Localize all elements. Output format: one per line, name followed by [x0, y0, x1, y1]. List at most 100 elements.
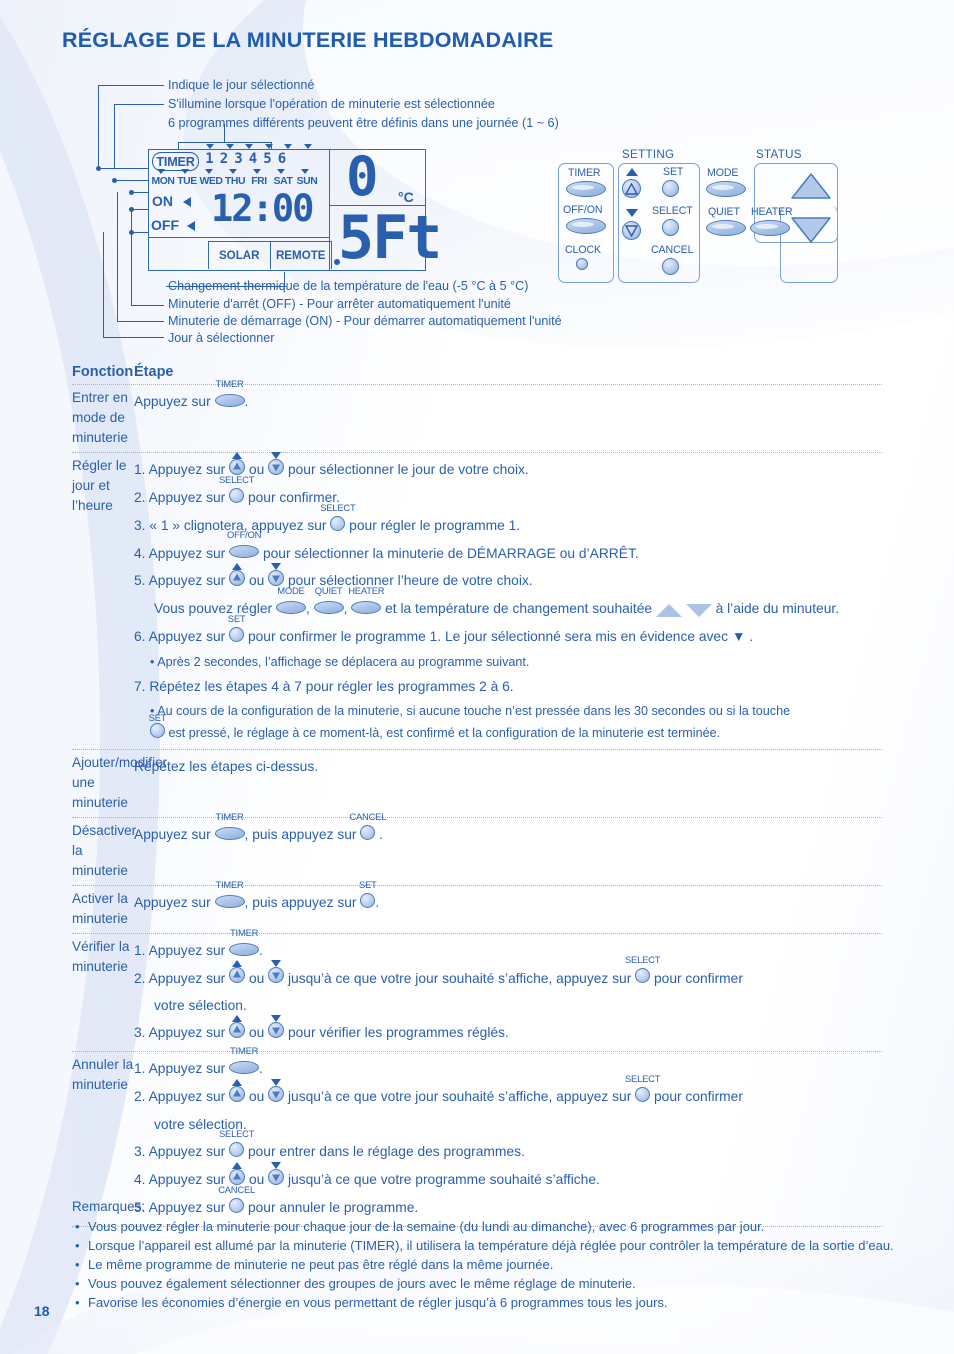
quiet-button-label: QUIET — [708, 206, 740, 218]
button-body — [275, 601, 306, 615]
up-arrow-button-icon[interactable] — [229, 1078, 246, 1111]
button-body — [229, 1161, 246, 1185]
step-text: . — [244, 394, 249, 409]
set-button-icon[interactable]: SET — [359, 879, 377, 917]
set-button-label: SET — [663, 166, 684, 178]
quiet-button-icon[interactable]: QUIET — [313, 586, 344, 623]
row-steps: Répétez les étapes ci-dessus. — [134, 753, 954, 813]
timer-button-icon[interactable]: TIMER — [214, 879, 245, 917]
down-arrow-button[interactable] — [622, 221, 641, 240]
step-text: , puis appuyez sur — [244, 826, 361, 842]
button-caption: CANCEL — [218, 1183, 256, 1195]
status-down-button[interactable] — [790, 216, 832, 244]
status-up-button[interactable] — [790, 172, 832, 200]
down-arrow-button-icon[interactable] — [268, 1161, 285, 1194]
table-row: Désactiver la minuterie Appuyez sur TIMER… — [0, 811, 954, 885]
button-body — [229, 545, 260, 559]
step-text: jusqu’à ce que votre jour souhaité s’aff… — [284, 970, 636, 986]
triangle-up-icon — [233, 1025, 242, 1033]
triangle-down-icon — [272, 1091, 281, 1099]
button-body — [229, 942, 260, 956]
lcd-remote: REMOTE — [269, 242, 332, 269]
quiet-button[interactable] — [706, 220, 746, 236]
callout-day-indicator: Indique le jour sélectionné — [168, 78, 315, 92]
step-text: pour confirmer — [650, 970, 743, 986]
lcd-days: MON TUE WED THU FRI SAT SUN — [151, 176, 319, 187]
button-body — [635, 968, 651, 984]
heater-button[interactable] — [750, 220, 790, 236]
lcd-clock: 12:00 — [211, 187, 314, 230]
step-line: • Après 2 secondes, l’affichage se dépla… — [134, 651, 920, 673]
up-arrow-button[interactable] — [622, 179, 641, 198]
select-button-icon[interactable]: SELECT — [625, 955, 660, 992]
cancel-button[interactable] — [662, 258, 679, 275]
step-text: 1. Appuyez sur — [134, 462, 230, 477]
step-line: Appuyez sur TIMER. — [134, 378, 920, 416]
step-text: pour confirmer — [650, 1089, 743, 1105]
lcd-on-label: ON — [152, 193, 173, 209]
down-arrow-button-icon[interactable] — [268, 451, 285, 484]
remark-item: Lorsque l’appareil est allumé par la min… — [72, 1237, 932, 1256]
down-arrow-button-icon[interactable] — [268, 1015, 285, 1047]
triangle-down-icon — [272, 972, 281, 980]
step-text: est pressé, le réglage à ce moment-là, e… — [165, 726, 721, 741]
program-number: 5 — [263, 151, 272, 167]
select-button-icon[interactable]: SELECT — [320, 502, 356, 540]
step-text: et la température de changement souhaité… — [381, 601, 656, 617]
timer-button-icon[interactable]: TIMER — [214, 378, 245, 416]
mode-button[interactable] — [706, 181, 746, 197]
leader-line — [131, 209, 132, 305]
up-arrow-button-icon[interactable] — [229, 960, 246, 992]
program-ticks-top — [206, 144, 312, 149]
off-on-button[interactable] — [566, 218, 606, 234]
step-text: 1. Appuyez sur — [134, 1061, 230, 1077]
set-button-icon[interactable]: SET — [228, 614, 246, 651]
step-text: ou — [245, 1025, 269, 1041]
select-button-icon[interactable]: SELECT — [625, 1073, 660, 1111]
remark-item: Vous pouvez également sélectionner des g… — [72, 1275, 932, 1294]
manual-page: RÉGLAGE DE LA MINUTERIE HEBDOMADAIRE Ind… — [0, 0, 954, 1354]
clock-button[interactable] — [576, 258, 588, 270]
step-line: • Au cours de la configuration de la min… — [134, 700, 920, 722]
step-text: pour vérifier les programmes réglés. — [284, 1025, 509, 1041]
status-up-button-icon[interactable] — [655, 596, 682, 623]
down-arrow-button-icon[interactable] — [268, 1078, 285, 1111]
row-function-label: Annuler la minuterie — [72, 1057, 134, 1093]
step-text: . — [375, 826, 384, 842]
cancel-button-icon[interactable]: CANCEL — [349, 811, 386, 849]
timer-button-label: TIMER — [568, 167, 601, 179]
button-body — [150, 722, 165, 738]
lcd-solar: SOLAR — [218, 249, 260, 262]
button-caption: SELECT — [320, 501, 356, 513]
timer-button[interactable] — [566, 181, 606, 197]
down-arrow-button-icon[interactable] — [268, 960, 285, 992]
leader-line — [117, 321, 164, 322]
step-line: Répétez les étapes ci-dessus. — [134, 753, 920, 780]
leader-line — [114, 104, 115, 168]
heater-button-icon[interactable]: HEATER — [348, 586, 385, 623]
button-body — [268, 451, 285, 475]
off-on-button-label: OFF/ON — [563, 204, 603, 216]
up-arrow-button-icon[interactable] — [229, 1015, 246, 1047]
step-line: 2. Appuyez sur SELECT pour confirmer. — [134, 474, 920, 512]
button-caption: QUIET — [314, 585, 343, 597]
step-text: à l’aide du minuteur. — [711, 601, 840, 617]
status-down-button-icon[interactable] — [685, 596, 712, 623]
arrow-indicator-icon — [232, 1161, 243, 1169]
timer-button-icon[interactable]: TIMER — [214, 811, 245, 849]
step-text: , puis appuyez sur — [244, 894, 361, 910]
callout-timer-illuminates: S'illumine lorsque l'opération de minute… — [168, 97, 495, 111]
set-button-icon[interactable]: SET — [149, 712, 167, 745]
step-text: . — [259, 1061, 263, 1077]
table-row: Vérifier la minuterie 1. Appuyez sur TIME… — [0, 927, 954, 1052]
table-row: Activer la minuterie Appuyez sur TIMER, p… — [0, 879, 954, 933]
mode-button-icon[interactable]: MODE — [275, 586, 306, 623]
arrow-indicator-icon — [271, 960, 282, 968]
up-arrow-button-icon[interactable] — [229, 563, 246, 595]
set-button[interactable] — [662, 180, 679, 197]
select-button[interactable] — [662, 219, 679, 236]
button-body — [229, 960, 246, 984]
select-button-icon[interactable]: SELECT — [219, 474, 254, 512]
step-text: • Au cours de la configuration de la min… — [150, 704, 791, 719]
program-number: 2 — [219, 151, 229, 167]
